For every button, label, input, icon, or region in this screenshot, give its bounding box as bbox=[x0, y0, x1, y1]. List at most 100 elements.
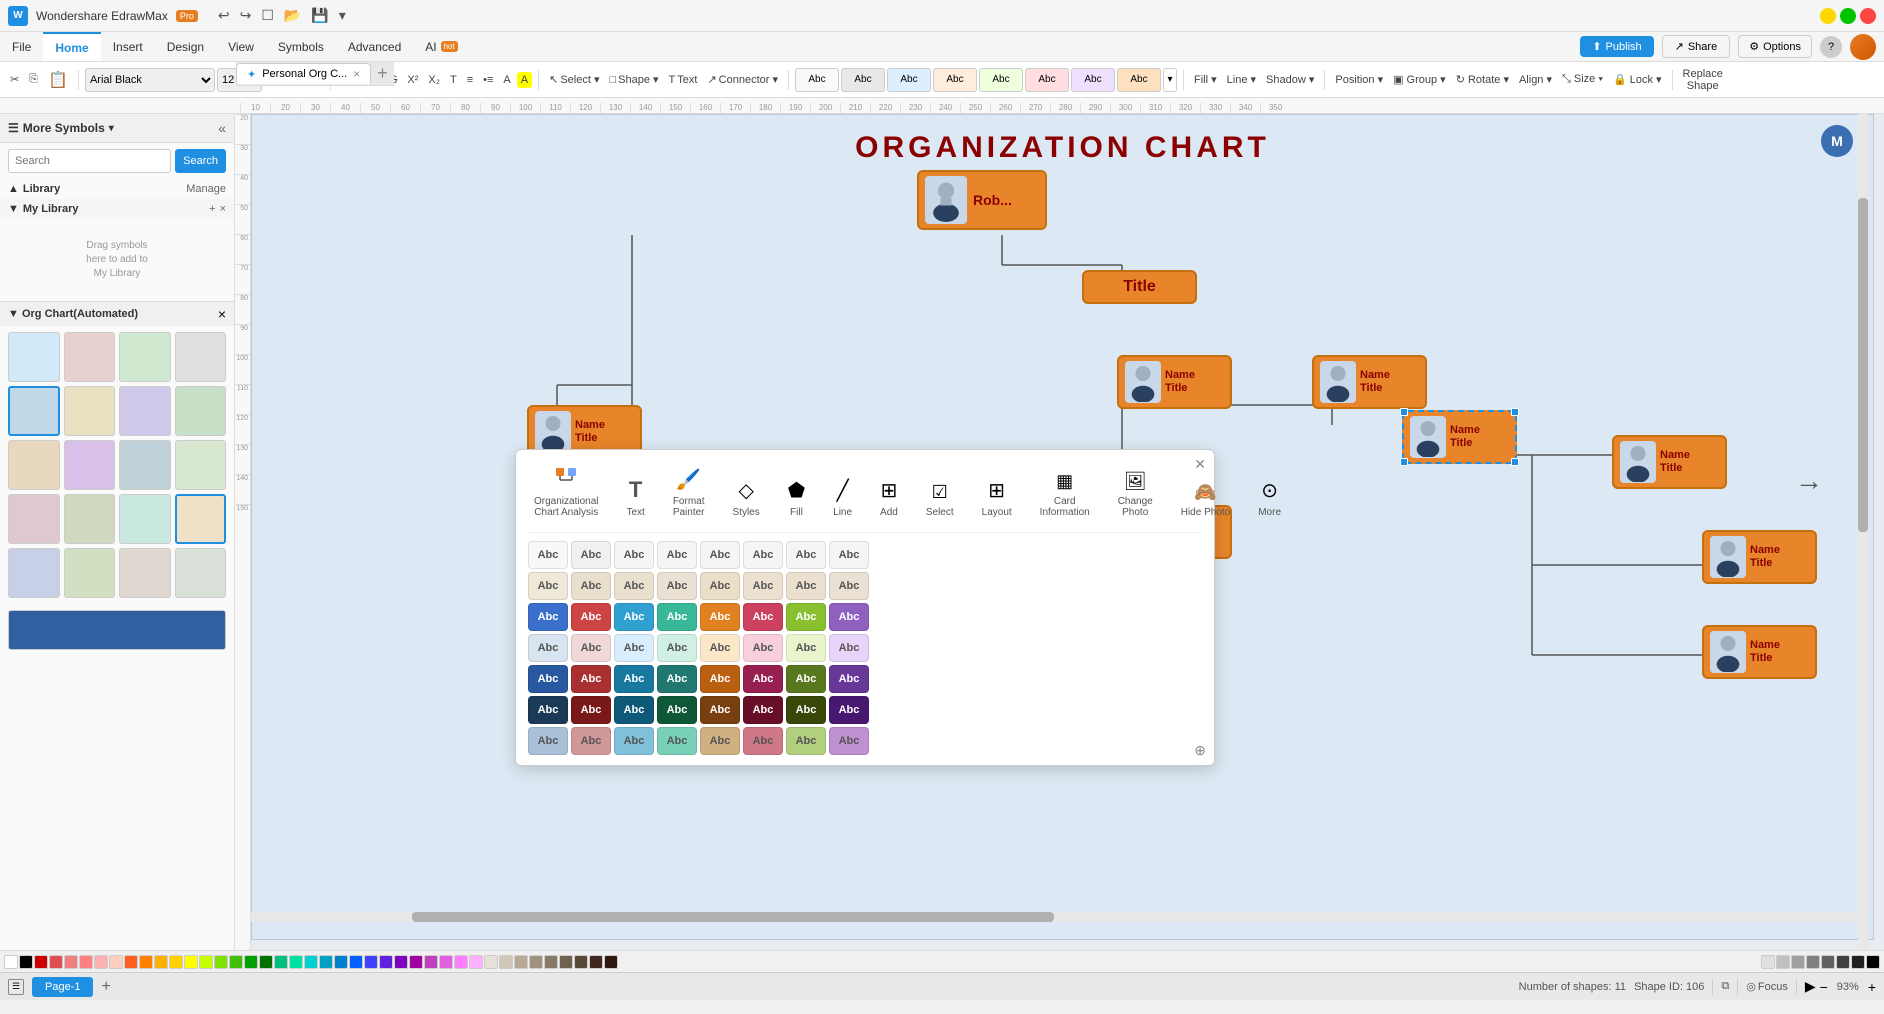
style-cell[interactable]: Abc bbox=[528, 603, 568, 631]
style-cell[interactable]: Abc bbox=[743, 572, 783, 600]
org-thumb-5[interactable] bbox=[8, 386, 60, 436]
style-cell[interactable]: Abc bbox=[528, 572, 568, 600]
save-button[interactable]: 💾 bbox=[307, 5, 332, 26]
root-node[interactable]: Rob... bbox=[917, 170, 1047, 230]
ft-styles[interactable]: ◇ Styles bbox=[727, 474, 766, 522]
scroll-thumb-vertical[interactable] bbox=[1858, 198, 1868, 532]
style-cell[interactable]: Abc bbox=[614, 603, 654, 631]
style-cell[interactable]: Abc bbox=[528, 665, 568, 693]
style-cell[interactable]: Abc bbox=[786, 541, 826, 569]
color-swatch[interactable] bbox=[544, 955, 558, 969]
color-swatch[interactable] bbox=[1851, 955, 1865, 969]
r1-node[interactable]: NameTitle bbox=[1312, 355, 1427, 409]
scroll-thumb-horizontal[interactable] bbox=[412, 912, 1055, 922]
color-swatch[interactable] bbox=[1866, 955, 1880, 969]
ft-more[interactable]: ⊙ More bbox=[1252, 474, 1287, 522]
color-swatch[interactable] bbox=[304, 955, 318, 969]
color-swatch[interactable] bbox=[214, 955, 228, 969]
shape-tool-button[interactable]: □ Shape ▾ bbox=[605, 71, 662, 88]
handle-bl2[interactable] bbox=[1400, 458, 1408, 466]
org-thumb-15[interactable] bbox=[119, 494, 171, 544]
add-page-button[interactable]: + bbox=[97, 978, 114, 996]
menu-view[interactable]: View bbox=[216, 32, 266, 61]
org-thumb-16[interactable] bbox=[175, 494, 227, 544]
cut-button[interactable]: ✂ bbox=[6, 71, 23, 88]
layers-button[interactable]: ⧉ bbox=[1721, 980, 1729, 993]
color-swatch[interactable] bbox=[454, 955, 468, 969]
more-button[interactable]: ▾ bbox=[335, 5, 350, 26]
style-cell[interactable]: Abc bbox=[657, 727, 697, 755]
highlight-button[interactable]: A bbox=[517, 72, 532, 88]
style-swatch-8[interactable]: Abc bbox=[1117, 68, 1161, 92]
style-cell[interactable]: Abc bbox=[829, 541, 869, 569]
size-button[interactable]: ⤡ Size ▾ bbox=[1558, 71, 1607, 88]
org-thumb-3[interactable] bbox=[119, 332, 171, 382]
maximize-button[interactable] bbox=[1840, 8, 1856, 24]
color-swatch[interactable] bbox=[154, 955, 168, 969]
org-thumb-19[interactable] bbox=[119, 548, 171, 598]
org-thumb-18[interactable] bbox=[64, 548, 116, 598]
color-swatch[interactable] bbox=[1821, 955, 1835, 969]
doc-tab-1[interactable]: ✦ Personal Org C... × bbox=[236, 63, 371, 84]
org-thumb-10[interactable] bbox=[64, 440, 116, 490]
color-swatch[interactable] bbox=[1776, 955, 1790, 969]
style-cell[interactable]: Abc bbox=[743, 665, 783, 693]
ft-hide-photo[interactable]: 🙈 Hide Photo bbox=[1175, 478, 1236, 522]
color-swatch[interactable] bbox=[34, 955, 48, 969]
help-button[interactable]: ? bbox=[1820, 36, 1842, 58]
style-cell[interactable]: Abc bbox=[571, 696, 611, 724]
style-cell[interactable]: Abc bbox=[829, 603, 869, 631]
minimize-button[interactable] bbox=[1820, 8, 1836, 24]
org-thumb-7[interactable] bbox=[119, 386, 171, 436]
minimap-button[interactable]: M bbox=[1821, 125, 1853, 157]
style-cell[interactable]: Abc bbox=[657, 696, 697, 724]
style-cell[interactable]: Abc bbox=[700, 541, 740, 569]
color-swatch[interactable] bbox=[1791, 955, 1805, 969]
style-cell[interactable]: Abc bbox=[700, 727, 740, 755]
add-library-button[interactable]: + bbox=[209, 203, 215, 215]
color-swatch[interactable] bbox=[184, 955, 198, 969]
style-cell[interactable]: Abc bbox=[614, 665, 654, 693]
group-button[interactable]: ▣ Group ▾ bbox=[1389, 71, 1450, 88]
style-cell[interactable]: Abc bbox=[700, 634, 740, 662]
style-cell[interactable]: Abc bbox=[571, 603, 611, 631]
my-library-header[interactable]: ▼ My Library + × bbox=[0, 199, 234, 219]
style-cell[interactable]: Abc bbox=[700, 696, 740, 724]
ft-layout[interactable]: ⊞ Layout bbox=[976, 474, 1018, 522]
style-cell[interactable]: Abc bbox=[700, 665, 740, 693]
subscript-button[interactable]: X₂ bbox=[424, 72, 444, 88]
focus-button[interactable]: ◎ Focus bbox=[1746, 980, 1788, 993]
ft-fill[interactable]: ⬟ Fill bbox=[782, 474, 811, 522]
copy-button[interactable]: ⎘ bbox=[25, 71, 42, 88]
options-button[interactable]: ⚙ Options bbox=[1738, 35, 1812, 58]
open-button[interactable]: 📂 bbox=[280, 5, 305, 26]
color-swatch[interactable] bbox=[484, 955, 498, 969]
color-swatch[interactable] bbox=[49, 955, 63, 969]
style-cell[interactable]: Abc bbox=[571, 665, 611, 693]
color-swatch[interactable] bbox=[274, 955, 288, 969]
select-tool-button[interactable]: ↖ Select ▾ bbox=[545, 71, 603, 88]
color-swatch[interactable] bbox=[379, 955, 393, 969]
color-swatch[interactable] bbox=[64, 955, 78, 969]
color-swatch[interactable] bbox=[289, 955, 303, 969]
zoom-level[interactable]: 93% bbox=[1832, 981, 1864, 993]
color-swatch[interactable] bbox=[409, 955, 423, 969]
color-swatch[interactable] bbox=[334, 955, 348, 969]
zoom-in-button[interactable]: + bbox=[1868, 979, 1876, 995]
org-thumb-8[interactable] bbox=[175, 386, 227, 436]
style-cell[interactable]: Abc bbox=[614, 727, 654, 755]
color-swatch[interactable] bbox=[259, 955, 273, 969]
color-swatch[interactable] bbox=[79, 955, 93, 969]
style-cell[interactable]: Abc bbox=[657, 603, 697, 631]
style-swatch-4[interactable]: Abc bbox=[933, 68, 977, 92]
bullet-button[interactable]: •≡ bbox=[479, 72, 497, 88]
style-cell[interactable]: Abc bbox=[657, 541, 697, 569]
color-swatch[interactable] bbox=[1836, 955, 1850, 969]
menu-advanced[interactable]: Advanced bbox=[336, 32, 413, 61]
close-library-button[interactable]: × bbox=[220, 203, 226, 215]
float-toolbar-expand[interactable]: ⊕ bbox=[1194, 742, 1206, 759]
org-thumb-9[interactable] bbox=[8, 440, 60, 490]
color-swatch[interactable] bbox=[139, 955, 153, 969]
org-thumb-14[interactable] bbox=[64, 494, 116, 544]
search-button[interactable]: Search bbox=[175, 149, 226, 173]
